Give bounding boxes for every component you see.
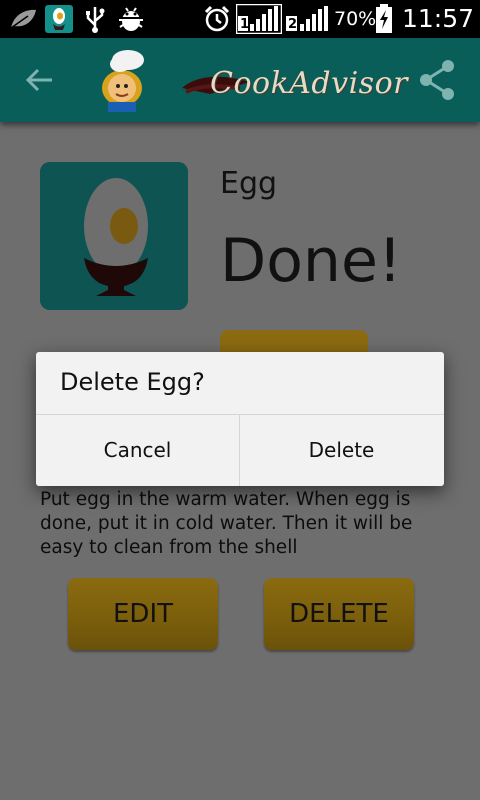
- battery-charging-icon: [374, 4, 394, 34]
- usb-icon: [82, 4, 108, 34]
- status-bar: 1 2 70% 11:57: [0, 0, 480, 38]
- back-button[interactable]: [18, 58, 62, 102]
- alarm-icon: [202, 4, 232, 34]
- app-logo: CookAdvisor: [90, 48, 407, 114]
- share-button[interactable]: [414, 58, 462, 102]
- leaf-icon: [6, 4, 40, 34]
- logo-text: CookAdvisor: [210, 66, 408, 101]
- arrow-back-icon: [25, 68, 52, 92]
- recipe-instructions: Put egg in the warm water. When egg is d…: [40, 489, 413, 558]
- dialog-title: Delete Egg?: [60, 368, 205, 396]
- battery-percent: 70%: [334, 8, 377, 30]
- delete-button[interactable]: DELETE: [264, 578, 414, 650]
- app-notification-icon: [44, 4, 74, 34]
- timer-status: Done!: [220, 226, 402, 296]
- recipe-name: Egg: [220, 166, 278, 201]
- edit-button[interactable]: EDIT: [68, 578, 218, 650]
- egg-cup-icon: [40, 162, 188, 310]
- recipe-image: [40, 162, 188, 310]
- dialog-cancel-button[interactable]: Cancel: [36, 415, 239, 486]
- android-debug-icon: [116, 4, 146, 34]
- clock: 11:57: [402, 4, 475, 33]
- delete-confirm-dialog: Delete Egg? Cancel Delete: [36, 352, 444, 486]
- share-icon: [420, 60, 454, 100]
- app-bar: CookAdvisor: [0, 38, 480, 122]
- dialog-delete-button[interactable]: Delete: [240, 415, 443, 486]
